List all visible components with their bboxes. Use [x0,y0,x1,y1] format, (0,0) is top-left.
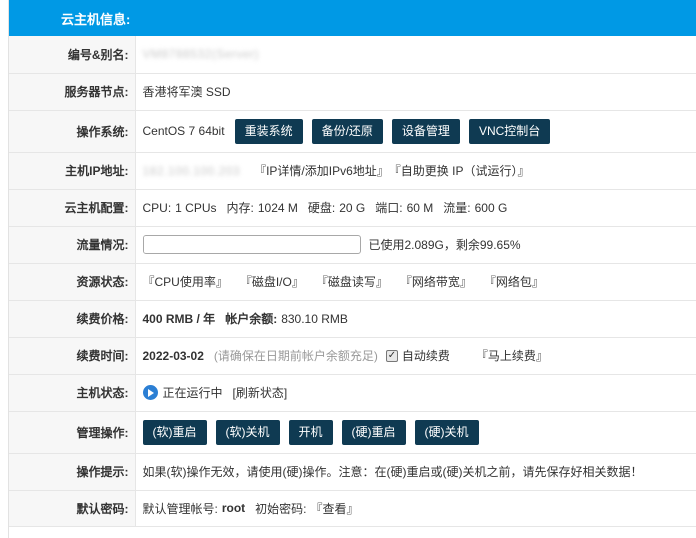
label-traffic: 流量情况: [9,226,136,264]
row-config: 云主机配置: CPU: 1 CPUs 内存: 1024 M 硬盘: 20 G 端… [9,189,696,227]
renew-now-link[interactable]: 『马上续费』 [476,347,548,364]
renew-note: (请确保在日期前帐户余额充足) [213,349,378,363]
auto-renew-checkbox[interactable]: ✓ [385,349,398,362]
power-on-button[interactable]: 开机 [288,419,333,445]
row-tip: 操作提示: 如果(软)操作无效，请使用(硬)操作。注意：在(硬)重启或(硬)关机… [9,453,696,491]
traffic-progress-bar [142,235,361,254]
panel-header: 云主机信息: [9,0,696,36]
label-password: 默认密码: [9,490,136,527]
auto-renew-label: 自动续费 [401,349,450,363]
account-value: root [221,501,246,515]
label-resource: 资源状态: [9,263,136,301]
cpu-value: 1 CPUs [175,200,217,215]
label-os: 操作系统: [9,110,136,153]
reinstall-os-button[interactable]: 重装系统 [234,118,303,144]
vnc-console-button[interactable]: VNC控制台 [468,118,551,144]
disk-value: 20 G [339,200,366,215]
disk-rw-link[interactable]: 『磁盘读写』 [316,273,388,290]
cpu-usage-link[interactable]: 『CPU使用率』 [143,273,228,290]
traffic-limit-label: 流量: [443,201,471,215]
packets-link[interactable]: 『网络包』 [484,273,544,290]
row-resource: 资源状态: 『CPU使用率』 『磁盘I/O』 『磁盘读写』 『网络带宽』 『网络… [9,263,696,301]
info-table: 编号&别名: VM8788532(Server) 服务器节点: 香港将军澳 SS… [9,36,696,527]
hard-reboot-button[interactable]: (硬)重启 [341,419,406,445]
os-value: CentOS 7 64bit [142,124,225,138]
view-password-link[interactable]: 『查看』 [311,500,359,517]
disk-label: 硬盘: [307,201,336,215]
port-label: 端口: [375,201,403,215]
tip-value: 如果(软)操作无效，请使用(硬)操作。注意：在(硬)重启或(硬)关机之前，请先保… [135,453,696,491]
id-alias-value: VM8788532(Server) [142,47,260,62]
cpu-label: CPU: [142,200,172,215]
label-config: 云主机配置: [9,189,136,227]
node-value: 香港将军澳 SSD [135,73,696,111]
label-renew: 续费时间: [9,337,136,375]
mem-value: 1024 M [257,200,298,215]
traffic-usage-text: 已使用2.089G，剩余99.65% [368,238,521,252]
hard-shutdown-button[interactable]: (硬)关机 [414,419,479,445]
device-manage-button[interactable]: 设备管理 [391,118,460,144]
ip-detail-link[interactable]: 『IP详情/添加IPv6地址』 [254,162,389,179]
row-renew: 续费时间: 2022-03-02 (请确保在日期前帐户余额充足) ✓ 自动续费 … [9,337,696,375]
balance-value: 830.10 RMB [281,311,348,326]
price-value: 400 RMB / 年 [142,312,216,326]
panel-title: 云主机信息: [61,11,131,27]
refresh-status-link[interactable]: [刷新状态] [233,384,288,401]
row-password: 默认密码: 默认管理帐号: root 初始密码: 『查看』 [9,490,696,527]
label-ip: 主机IP地址: [9,152,136,190]
label-price: 续费价格: [9,300,136,338]
port-value: 60 M [406,200,434,215]
row-traffic: 流量情况: 已使用2.089G，剩余99.65% [9,226,696,264]
status-value: 正在运行中 [162,386,223,400]
row-manage: 管理操作: (软)重启 (软)关机 开机 (硬)重启 (硬)关机 [9,411,696,454]
row-os: 操作系统: CentOS 7 64bit 重装系统 备份/还原 设备管理 VNC… [9,110,696,153]
password-label: 初始密码: [255,501,307,516]
ip-value: 182.100.100.203 [142,163,241,178]
label-id-alias: 编号&别名: [9,36,136,74]
disk-io-link[interactable]: 『磁盘I/O』 [240,273,304,290]
label-status: 主机状态: [9,374,136,412]
label-tip: 操作提示: [9,453,136,491]
account-label: 默认管理帐号: [142,501,218,516]
running-icon [142,385,158,400]
mem-label: 内存: [226,201,254,215]
label-manage: 管理操作: [9,411,136,454]
row-status: 主机状态: 正在运行中 [刷新状态] [9,374,696,412]
soft-shutdown-button[interactable]: (软)关机 [215,419,280,445]
soft-reboot-button[interactable]: (软)重启 [142,419,207,445]
traffic-limit-value: 600 G [474,200,508,215]
renew-date: 2022-03-02 [142,348,204,363]
vps-info-panel: 云主机信息: 编号&别名: VM8788532(Server) 服务器节点: 香… [8,0,696,538]
backup-restore-button[interactable]: 备份/还原 [311,118,383,144]
label-node: 服务器节点: [9,73,136,111]
traffic-progress-fill [143,236,145,253]
row-price: 续费价格: 400 RMB / 年 帐户余额: 830.10 RMB [9,300,696,338]
bandwidth-link[interactable]: 『网络带宽』 [400,273,472,290]
change-ip-link[interactable]: 『自助更换 IP（试运行）』 [389,162,530,179]
row-id-alias: 编号&别名: VM8788532(Server) [9,36,696,74]
row-ip: 主机IP地址: 182.100.100.203 『IP详情/添加IPv6地址』 … [9,152,696,190]
row-node: 服务器节点: 香港将军澳 SSD [9,73,696,111]
balance-label: 帐户余额: [225,312,278,326]
